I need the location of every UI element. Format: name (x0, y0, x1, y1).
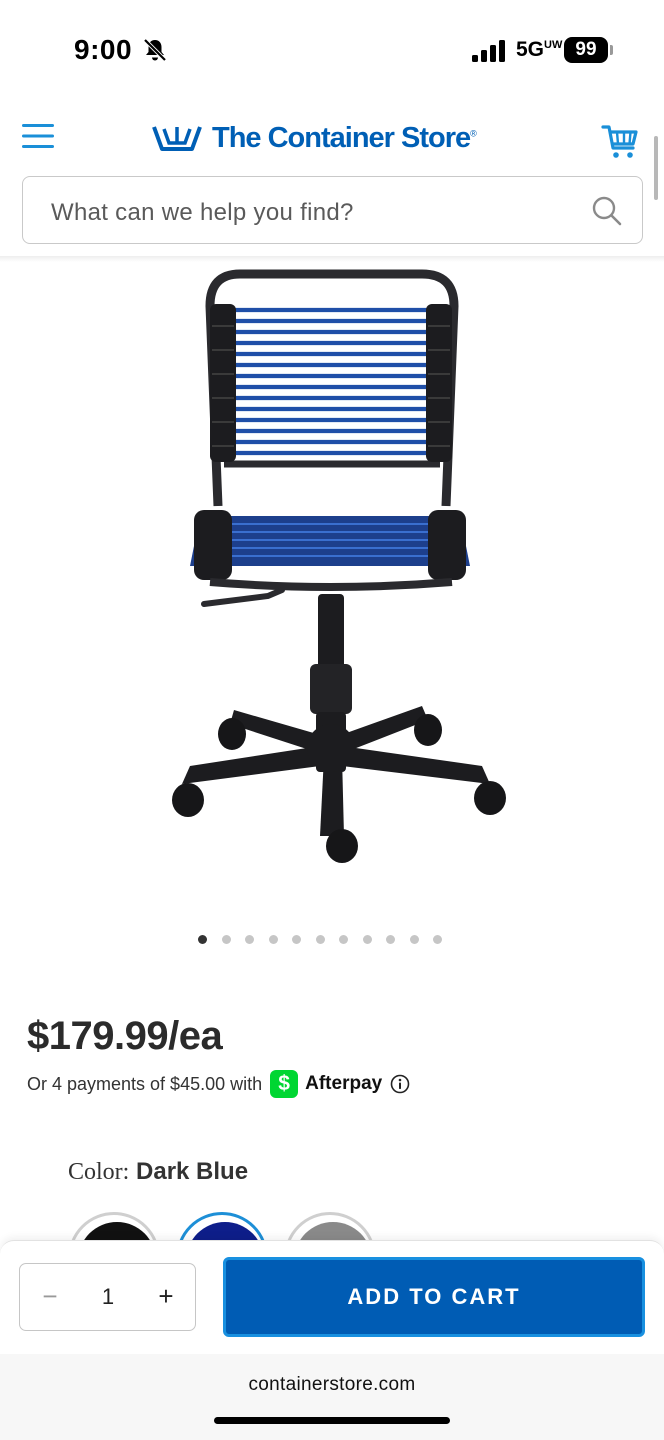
header-divider (0, 256, 664, 262)
search-icon[interactable] (591, 195, 623, 227)
battery-nub (610, 45, 613, 55)
carousel-dot[interactable] (386, 935, 395, 944)
color-selection: Color: Dark Blue (68, 1158, 248, 1186)
installment-text: Or 4 payments of $45.00 with (27, 1073, 263, 1094)
search-input[interactable]: What can we help you find? (22, 176, 643, 244)
info-icon[interactable] (390, 1074, 410, 1094)
search-placeholder: What can we help you find? (51, 199, 354, 226)
afterpay-label: Afterpay (305, 1073, 383, 1094)
signal-icon (472, 40, 505, 62)
battery-indicator: 99 (564, 37, 608, 63)
url-label[interactable]: containerstore.com (0, 1374, 664, 1396)
home-indicator[interactable] (214, 1417, 450, 1424)
browser-bar: containerstore.com (0, 1354, 664, 1440)
quantity-input[interactable]: 1 (80, 1264, 136, 1330)
product-image[interactable] (160, 266, 520, 872)
carousel-dot[interactable] (245, 935, 254, 944)
carousel-dot[interactable] (433, 935, 442, 944)
carousel-dot[interactable] (198, 935, 207, 944)
menu-icon[interactable] (22, 122, 54, 150)
carousel-dot[interactable] (221, 935, 231, 944)
carousel-dot[interactable] (268, 935, 278, 944)
afterpay-installments: Or 4 payments of $45.00 with $ Afterpay (27, 1070, 410, 1098)
add-to-cart-bar: − 1 + ADD TO CART (0, 1240, 664, 1354)
cart-icon[interactable] (601, 122, 639, 160)
status-time: 9:00 (74, 34, 133, 65)
quantity-increase-button[interactable]: + (136, 1264, 196, 1330)
product-price: $179.99/ea (27, 1014, 223, 1058)
logo-mark-icon (152, 126, 202, 151)
quantity-decrease-button[interactable]: − (20, 1264, 80, 1330)
quantity-stepper: − 1 + (19, 1263, 196, 1331)
bell-slash-icon (143, 38, 167, 62)
carousel-dots (198, 935, 442, 944)
brand-name: The Container Store® (212, 121, 477, 154)
color-label: Color: (68, 1159, 130, 1185)
cashapp-icon: $ (270, 1070, 299, 1098)
scrollbar-thumb[interactable] (654, 136, 658, 200)
network-label: 5GUW (516, 38, 563, 61)
color-value: Dark Blue (136, 1158, 249, 1185)
carousel-dot[interactable] (292, 935, 301, 944)
add-to-cart-button[interactable]: ADD TO CART (223, 1257, 645, 1337)
carousel-dot[interactable] (339, 935, 348, 944)
brand-logo[interactable]: The Container Store® (152, 118, 522, 158)
carousel-dot[interactable] (362, 935, 372, 944)
carousel-dot[interactable] (409, 935, 419, 944)
carousel-dot[interactable] (315, 935, 325, 944)
status-bar: 9:00 5GUW 99 (0, 0, 664, 100)
